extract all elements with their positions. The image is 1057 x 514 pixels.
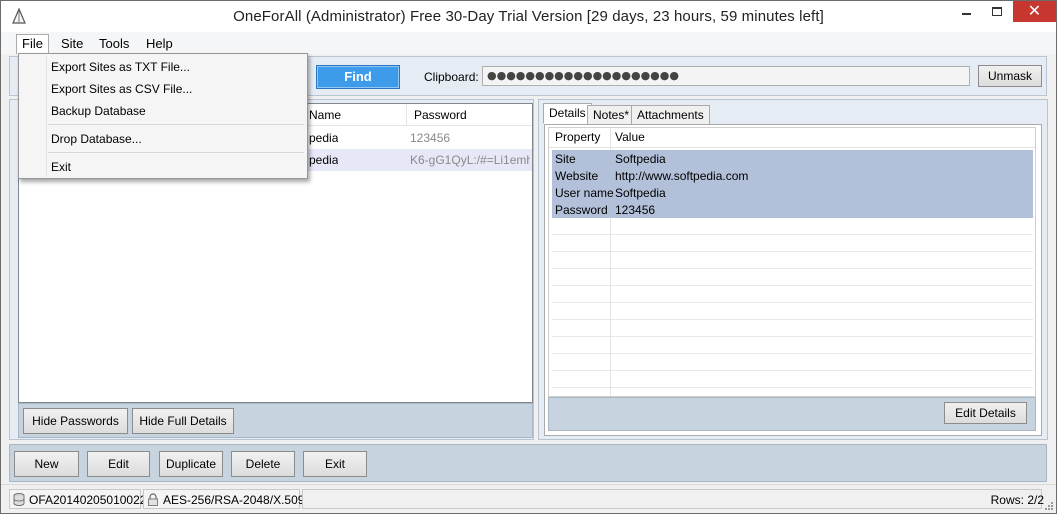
status-encryption: AES-256/RSA-2048/X.509 [143, 489, 304, 509]
file-menu-dropdown: Export Sites as TXT File... Export Sites… [18, 53, 308, 179]
column-header-password[interactable]: Password [414, 108, 467, 122]
empty-row [552, 320, 1033, 337]
resize-grip-icon[interactable] [1044, 501, 1054, 511]
empty-row [552, 218, 1033, 235]
menu-bar: File Site Tools Help [1, 32, 1056, 54]
edit-button[interactable]: Edit [87, 451, 150, 477]
action-bar: New Edit Duplicate Delete Exit [9, 444, 1047, 482]
column-header-value: Value [615, 130, 645, 144]
menu-item-label: Export Sites as CSV File... [51, 82, 193, 96]
site-password: K6-gG1QyL:/#=Li1emh8 [410, 153, 530, 167]
clipboard-field[interactable]: ●●●●●●●●●●●●●●●●●●●● [482, 66, 970, 86]
find-button[interactable]: Find [316, 65, 400, 89]
property-row[interactable]: Website http://www.softpedia.com [552, 167, 1033, 184]
empty-row [552, 371, 1033, 388]
menu-help[interactable]: Help [141, 35, 178, 53]
rows-count: Rows: 2/2 [990, 493, 1044, 507]
menu-item-label: Exit [51, 160, 72, 174]
property-value: 123456 [615, 203, 656, 217]
tab-attachments[interactable]: Attachments [631, 105, 710, 125]
site-name: pedia [309, 131, 339, 145]
empty-row [552, 269, 1033, 286]
close-icon: ✕ [1027, 3, 1042, 20]
property-row[interactable]: User name Softpedia [552, 184, 1033, 201]
site-password: 123456 [410, 131, 451, 145]
empty-row [552, 252, 1033, 269]
status-spacer [302, 489, 1042, 509]
title-bar: OneForAll (Administrator) Free 30-Day Tr… [1, 1, 1056, 32]
tab-notes[interactable]: Notes* [587, 105, 636, 125]
hide-passwords-button[interactable]: Hide Passwords [23, 408, 128, 434]
menu-separator [48, 124, 304, 125]
app-window: OneForAll (Administrator) Free 30-Day Tr… [0, 0, 1057, 514]
empty-row [552, 354, 1033, 371]
menu-item-label: Export Sites as TXT File... [51, 60, 190, 74]
edit-details-button[interactable]: Edit Details [944, 402, 1027, 424]
menu-item-drop-database[interactable]: Drop Database... [20, 129, 306, 149]
property-name: Website [555, 169, 599, 183]
encryption-info: AES-256/RSA-2048/X.509 [163, 493, 305, 507]
clipboard-label: Clipboard: [424, 70, 479, 84]
site-name: pedia [309, 153, 339, 167]
unmask-button[interactable]: Unmask [978, 65, 1042, 87]
details-tab-body: Property Value Site Softpedia Website ht… [544, 124, 1042, 436]
maximize-icon [992, 7, 1002, 16]
property-row[interactable]: Site Softpedia [552, 150, 1033, 167]
delete-button[interactable]: Delete [231, 451, 295, 477]
column-header-name[interactable]: Name [309, 108, 341, 122]
property-value: Softpedia [615, 186, 666, 200]
menu-tools[interactable]: Tools [94, 35, 134, 53]
empty-row [552, 286, 1033, 303]
maximize-button[interactable] [982, 1, 1012, 23]
menu-item-label: Drop Database... [51, 132, 142, 146]
property-grid-header: Property Value [549, 128, 1035, 148]
empty-row [552, 303, 1033, 320]
menu-item-backup-database[interactable]: Backup Database [20, 101, 306, 121]
new-button[interactable]: New [14, 451, 79, 477]
menu-item-export-csv[interactable]: Export Sites as CSV File... [20, 79, 306, 99]
menu-item-exit[interactable]: Exit [20, 157, 306, 177]
tab-details[interactable]: Details [543, 103, 592, 124]
status-database: OFA20140205010022 [9, 489, 146, 509]
database-name: OFA20140205010022 [29, 493, 147, 507]
database-icon [13, 493, 25, 506]
minimize-icon [962, 13, 971, 15]
property-value: http://www.softpedia.com [615, 169, 749, 183]
property-value: Softpedia [615, 152, 666, 166]
property-name: User name [555, 186, 614, 200]
window-title: OneForAll (Administrator) Free 30-Day Tr… [233, 8, 824, 25]
menu-file[interactable]: File [16, 34, 49, 54]
property-grid[interactable]: Property Value Site Softpedia Website ht… [548, 127, 1036, 397]
menu-separator [48, 152, 304, 153]
property-name: Password [555, 203, 608, 217]
minimize-button[interactable] [951, 1, 981, 23]
property-row[interactable]: Password 123456 [552, 201, 1033, 218]
column-separator [406, 104, 407, 126]
menu-item-export-txt[interactable]: Export Sites as TXT File... [20, 57, 306, 77]
property-name: Site [555, 152, 576, 166]
column-header-property: Property [555, 130, 601, 144]
exit-button[interactable]: Exit [303, 451, 367, 477]
hide-full-details-button[interactable]: Hide Full Details [132, 408, 234, 434]
empty-row [552, 337, 1033, 354]
details-panel: Details Notes* Attachments Property Valu… [538, 99, 1048, 440]
close-button[interactable]: ✕ [1013, 1, 1056, 22]
status-bar: OFA20140205010022 AES-256/RSA-2048/X.509… [1, 484, 1056, 513]
empty-row [552, 235, 1033, 252]
sites-panel-footer: Hide Passwords Hide Full Details [18, 403, 533, 438]
duplicate-button[interactable]: Duplicate [159, 451, 223, 477]
menu-item-label: Backup Database [51, 104, 146, 118]
lock-icon [148, 493, 158, 506]
menu-site[interactable]: Site [56, 35, 88, 53]
details-panel-footer: Edit Details [548, 397, 1036, 431]
